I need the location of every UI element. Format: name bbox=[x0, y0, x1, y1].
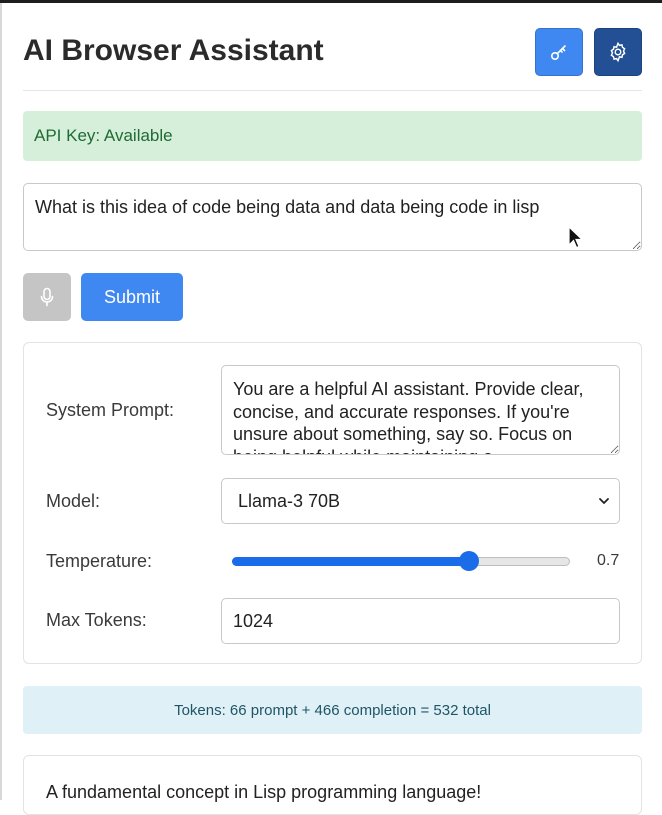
voice-input-button[interactable] bbox=[23, 273, 71, 321]
chevron-down-icon bbox=[599, 498, 609, 504]
system-prompt-label: System Prompt: bbox=[46, 400, 175, 420]
model-select[interactable]: Llama-3 70B bbox=[221, 478, 620, 524]
page-title: AI Browser Assistant bbox=[23, 34, 324, 67]
key-icon bbox=[550, 45, 566, 61]
window-left-edge bbox=[0, 3, 2, 800]
mouse-cursor-icon bbox=[568, 226, 584, 249]
api-key-status-text: API Key: Available bbox=[34, 126, 173, 145]
system-prompt-input[interactable] bbox=[221, 365, 620, 455]
submit-button[interactable]: Submit bbox=[81, 273, 183, 321]
microphone-icon bbox=[40, 287, 54, 307]
api-key-button[interactable] bbox=[535, 28, 583, 76]
token-usage-text: Tokens: 66 prompt + 466 completion = 532… bbox=[174, 701, 491, 719]
max-tokens-input[interactable] bbox=[221, 598, 620, 644]
query-input[interactable] bbox=[23, 183, 642, 251]
temperature-slider[interactable] bbox=[232, 551, 570, 571]
slider-thumb[interactable] bbox=[459, 551, 479, 571]
model-select-value: Llama-3 70B bbox=[238, 490, 341, 511]
header: AI Browser Assistant bbox=[23, 28, 642, 91]
response-panel: A fundamental concept in Lisp programmin… bbox=[23, 755, 642, 815]
gear-icon bbox=[610, 41, 626, 63]
token-usage-info: Tokens: 66 prompt + 466 completion = 532… bbox=[23, 686, 642, 734]
max-tokens-label: Max Tokens: bbox=[46, 610, 147, 630]
settings-panel: System Prompt: Model: Llama-3 70B Temper… bbox=[23, 342, 642, 664]
api-key-status: API Key: Available bbox=[23, 111, 642, 161]
temperature-value: 0.7 bbox=[597, 552, 620, 569]
window-top-edge bbox=[0, 0, 662, 3]
model-label: Model: bbox=[46, 491, 101, 511]
settings-button[interactable] bbox=[594, 28, 642, 76]
response-text: A fundamental concept in Lisp programmin… bbox=[46, 782, 482, 802]
slider-fill bbox=[232, 557, 469, 566]
temperature-label: Temperature: bbox=[46, 551, 153, 571]
